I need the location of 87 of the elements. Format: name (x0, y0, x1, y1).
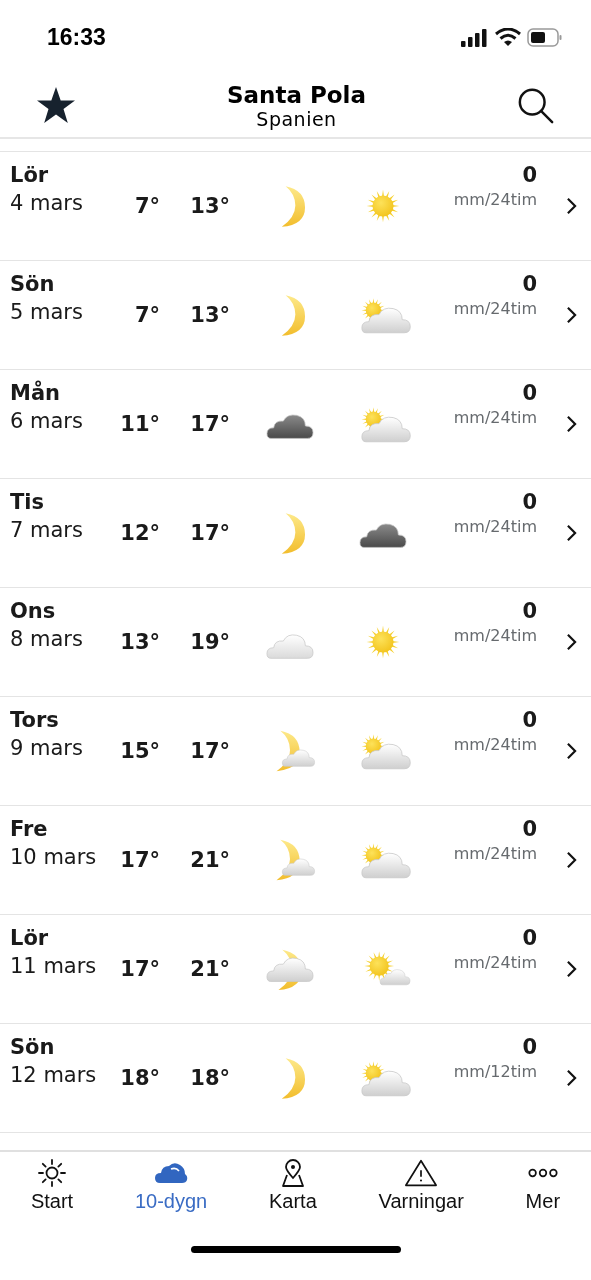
precipitation-unit: mm/24tim (453, 953, 537, 972)
high-temperature: 21° (190, 957, 230, 981)
forecast-row[interactable]: Mån 6 mars 11° 17° 0 mm/24tim (0, 370, 591, 479)
high-temperature: 19° (190, 630, 230, 654)
chevron-right-icon (566, 1069, 577, 1087)
low-temperature: 17° (120, 957, 160, 981)
precipitation-value: 0 (522, 817, 537, 841)
low-temperature: 7° (134, 194, 160, 218)
tab-bar-item[interactable]: 10-dygn (132, 1158, 210, 1213)
chevron-right-icon (566, 742, 577, 760)
location-title: Santa Pola (226, 82, 366, 108)
day-name: Lör (10, 163, 50, 187)
tab-bar-item[interactable]: Karta (267, 1158, 319, 1213)
date-label: 6 mars (10, 409, 84, 433)
day-name: Ons (10, 599, 57, 623)
date-label: 5 mars (10, 300, 84, 324)
precipitation-value: 0 (522, 1035, 537, 1059)
precipitation-value: 0 (522, 381, 537, 405)
tab-bar-item[interactable]: Varningar (376, 1158, 466, 1213)
forecast-row[interactable]: Tors 9 mars 15° 17° 0 mm/24tim (0, 697, 591, 806)
high-temperature: 13° (190, 303, 230, 327)
date-label: 9 mars (10, 736, 84, 760)
chevron-right-icon (566, 851, 577, 869)
chevron-right-icon (566, 524, 577, 542)
low-temperature: 11° (120, 412, 160, 436)
chevron-right-icon (566, 415, 577, 433)
day-name: Fre (10, 817, 49, 841)
precipitation-unit: mm/24tim (453, 517, 537, 536)
forecast-row[interactable]: Lör 11 mars 17° 21° 0 mm/24tim (0, 915, 591, 1024)
precipitation-value: 0 (522, 163, 537, 187)
precipitation-unit: mm/24tim (453, 408, 537, 427)
day-name: Sön (10, 1035, 56, 1059)
location-country: Spanien (256, 108, 337, 130)
low-temperature: 15° (120, 739, 160, 763)
date-label: 10 mars (10, 845, 98, 869)
day-name: Mån (10, 381, 62, 405)
date-label: 12 mars (10, 1063, 98, 1087)
warning-icon (404, 1158, 439, 1188)
signal-icon (461, 28, 489, 47)
high-temperature: 13° (190, 194, 230, 218)
forecast-row[interactable]: Sön 12 mars 18° 18° 0 mm/12tim (0, 1024, 591, 1133)
forecast-row[interactable]: Lör 4 mars 7° 13° 0 mm/24tim (0, 152, 591, 261)
day-name: Tis (10, 490, 46, 514)
day-name: Tors (10, 708, 60, 732)
status-time: 16:33 (47, 24, 106, 51)
low-temperature: 13° (120, 630, 160, 654)
precipitation-unit: mm/12tim (453, 1062, 537, 1081)
chevron-right-icon (566, 960, 577, 978)
day-name: Sön (10, 272, 56, 296)
high-temperature: 18° (190, 1066, 230, 1090)
low-temperature: 12° (120, 521, 160, 545)
forecast-row[interactable]: Fre 10 mars 17° 21° 0 mm/24tim (0, 806, 591, 915)
high-temperature: 17° (190, 739, 230, 763)
tab-bar-item[interactable]: Start (28, 1158, 76, 1213)
precipitation-value: 0 (522, 599, 537, 623)
tab-bar-item[interactable]: Mer (523, 1158, 563, 1213)
battery-icon (527, 28, 563, 47)
sun-icon (35, 1158, 69, 1188)
chevron-right-icon (566, 633, 577, 651)
low-temperature: 18° (120, 1066, 160, 1090)
precipitation-unit: mm/24tim (453, 735, 537, 754)
search-icon[interactable] (517, 87, 555, 125)
date-label: 11 mars (10, 954, 98, 978)
precipitation-value: 0 (522, 490, 537, 514)
favorite-star-icon[interactable] (36, 86, 76, 126)
forecast-row[interactable]: Sön 5 mars 7° 13° 0 mm/24tim (0, 261, 591, 370)
low-temperature: 17° (120, 848, 160, 872)
precipitation-value: 0 (522, 272, 537, 296)
high-temperature: 21° (190, 848, 230, 872)
date-label: 7 mars (10, 518, 84, 542)
precipitation-unit: mm/24tim (453, 299, 537, 318)
precipitation-unit: mm/24tim (453, 626, 537, 645)
chevron-right-icon (566, 306, 577, 324)
date-label: 4 mars (10, 191, 84, 215)
precipitation-value: 0 (522, 926, 537, 950)
wifi-icon (495, 28, 521, 47)
low-temperature: 7° (134, 303, 160, 327)
high-temperature: 17° (190, 412, 230, 436)
day-name: Lör (10, 926, 50, 950)
forecast-row[interactable]: Ons 8 mars 13° 19° 0 mm/24tim (0, 588, 591, 697)
precipitation-unit: mm/24tim (453, 190, 537, 209)
forecast-row[interactable]: Tis 7 mars 12° 17° 0 mm/24tim (0, 479, 591, 588)
precipitation-value: 0 (522, 708, 537, 732)
chevron-right-icon (566, 197, 577, 215)
precipitation-unit: mm/24tim (453, 844, 537, 863)
date-label: 8 mars (10, 627, 84, 651)
high-temperature: 17° (190, 521, 230, 545)
